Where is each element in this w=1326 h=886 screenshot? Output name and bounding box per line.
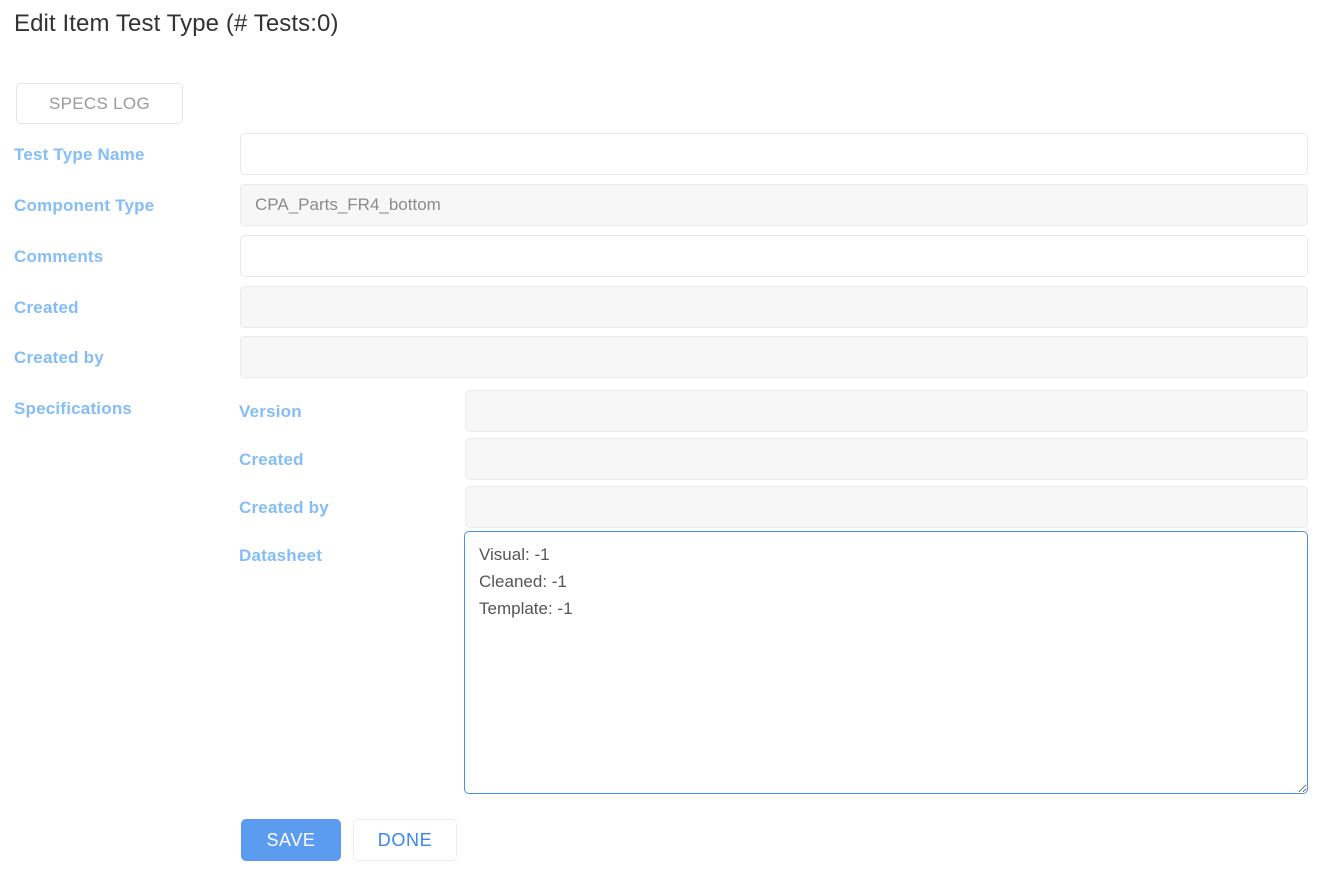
- label-test-type-name: Test Type Name: [14, 145, 145, 164]
- form-area: Test Type Name Component Type Comments C…: [0, 0, 1326, 886]
- label-component-type: Component Type: [14, 196, 155, 215]
- input-spec-created: [465, 438, 1308, 480]
- done-button[interactable]: DONE: [353, 819, 457, 861]
- input-created: [240, 286, 1308, 328]
- label-spec-version: Version: [239, 402, 302, 421]
- input-component-type: [240, 184, 1308, 226]
- input-comments[interactable]: [240, 235, 1308, 277]
- label-created: Created: [14, 298, 79, 317]
- input-spec-version: [465, 390, 1308, 432]
- label-created-by: Created by: [14, 348, 104, 367]
- input-created-by: [240, 336, 1308, 378]
- label-spec-created-by: Created by: [239, 498, 329, 517]
- input-spec-created-by: [465, 486, 1308, 528]
- textarea-datasheet[interactable]: Visual: -1 Cleaned: -1 Template: -1: [464, 531, 1308, 794]
- save-button[interactable]: SAVE: [241, 819, 341, 861]
- label-comments: Comments: [14, 247, 104, 266]
- label-spec-created: Created: [239, 450, 304, 469]
- edit-item-test-type-page: Edit Item Test Type (# Tests:0) SPECS LO…: [0, 0, 1326, 886]
- label-specifications: Specifications: [14, 399, 133, 418]
- input-test-type-name[interactable]: [240, 133, 1308, 175]
- label-spec-datasheet: Datasheet: [239, 546, 323, 565]
